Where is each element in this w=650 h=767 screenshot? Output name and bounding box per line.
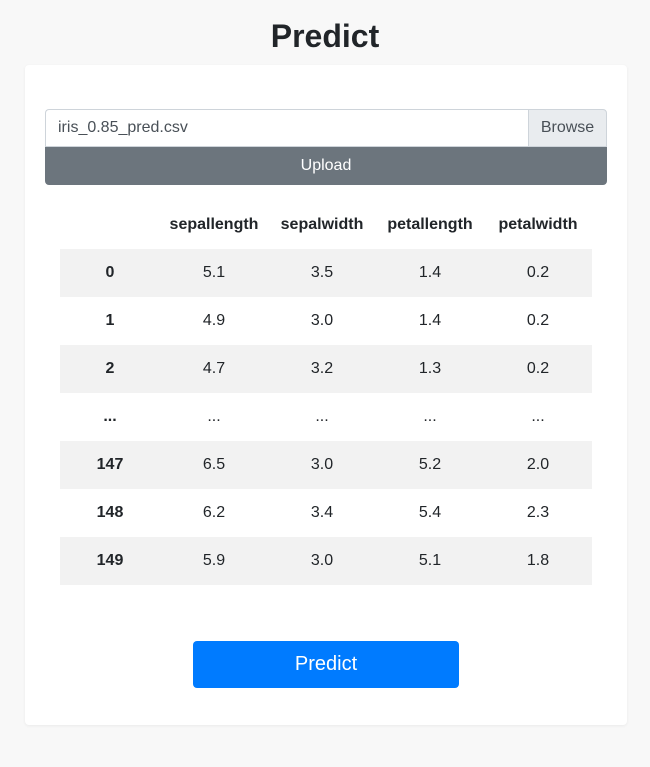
file-name-input[interactable]: iris_0.85_pred.csv (45, 109, 528, 147)
table-cell: 2.0 (526, 456, 550, 473)
table-cell: 5.1 (202, 264, 226, 281)
table-cell: 1.4 (418, 312, 442, 329)
page-title: Predict (270, 18, 380, 54)
table-cell: 0.2 (526, 264, 550, 281)
table-header-row: sepallength sepalwidth petallength petal… (60, 201, 592, 249)
table-cell: 4.7 (202, 360, 226, 377)
row-index: 2 (105, 360, 115, 377)
table-row: 0 5.1 3.5 1.4 0.2 (60, 249, 592, 297)
table-cell: 3.0 (310, 456, 334, 473)
table-cell: ... (531, 408, 545, 425)
table-cell: ... (423, 408, 437, 425)
table-cell: 0.2 (526, 312, 550, 329)
column-header-sepallength: sepallength (169, 216, 259, 233)
upload-button[interactable]: Upload (45, 147, 607, 185)
table-cell: 3.0 (310, 312, 334, 329)
table-cell: 3.0 (310, 552, 334, 569)
row-index: 1 (105, 312, 115, 329)
table-row-ellipsis: ... ... ... ... ... (60, 393, 592, 441)
row-index: 147 (96, 456, 124, 473)
table-cell: 1.8 (526, 552, 550, 569)
table-cell: 1.3 (418, 360, 442, 377)
table-row: 1 4.9 3.0 1.4 0.2 (60, 297, 592, 345)
table-row: 2 4.7 3.2 1.3 0.2 (60, 345, 592, 393)
table-row: 147 6.5 3.0 5.2 2.0 (60, 441, 592, 489)
row-index: 149 (96, 552, 124, 569)
browse-button[interactable]: Browse (528, 109, 607, 147)
table-cell: 2.3 (526, 504, 550, 521)
table-cell: 6.5 (202, 456, 226, 473)
row-index: 148 (96, 504, 124, 521)
file-picker: iris_0.85_pred.csv Browse (45, 109, 607, 147)
predict-button[interactable]: Predict (193, 641, 459, 688)
column-header-petallength: petallength (387, 216, 473, 233)
table-cell: 3.2 (310, 360, 334, 377)
column-header-petalwidth: petalwidth (498, 216, 578, 233)
table-cell: 5.1 (418, 552, 442, 569)
table-cell: 0.2 (526, 360, 550, 377)
table-cell: 5.4 (418, 504, 442, 521)
table-cell: 1.4 (418, 264, 442, 281)
table-cell: 3.5 (310, 264, 334, 281)
row-index: 0 (105, 264, 115, 281)
table-cell: ... (315, 408, 329, 425)
table-cell: 6.2 (202, 504, 226, 521)
column-header-sepalwidth: sepalwidth (280, 216, 364, 233)
table-cell: 4.9 (202, 312, 226, 329)
table-row: 149 5.9 3.0 5.1 1.8 (60, 537, 592, 585)
table-cell: 5.2 (418, 456, 442, 473)
table-cell: ... (207, 408, 221, 425)
table-cell: 3.4 (310, 504, 334, 521)
table-row: 148 6.2 3.4 5.4 2.3 (60, 489, 592, 537)
column-header-index (60, 201, 160, 249)
predict-card: iris_0.85_pred.csv Browse Upload sepalle… (25, 65, 627, 725)
row-index: ... (103, 408, 117, 425)
data-preview-table: sepallength sepalwidth petallength petal… (60, 201, 592, 585)
table-cell: 5.9 (202, 552, 226, 569)
